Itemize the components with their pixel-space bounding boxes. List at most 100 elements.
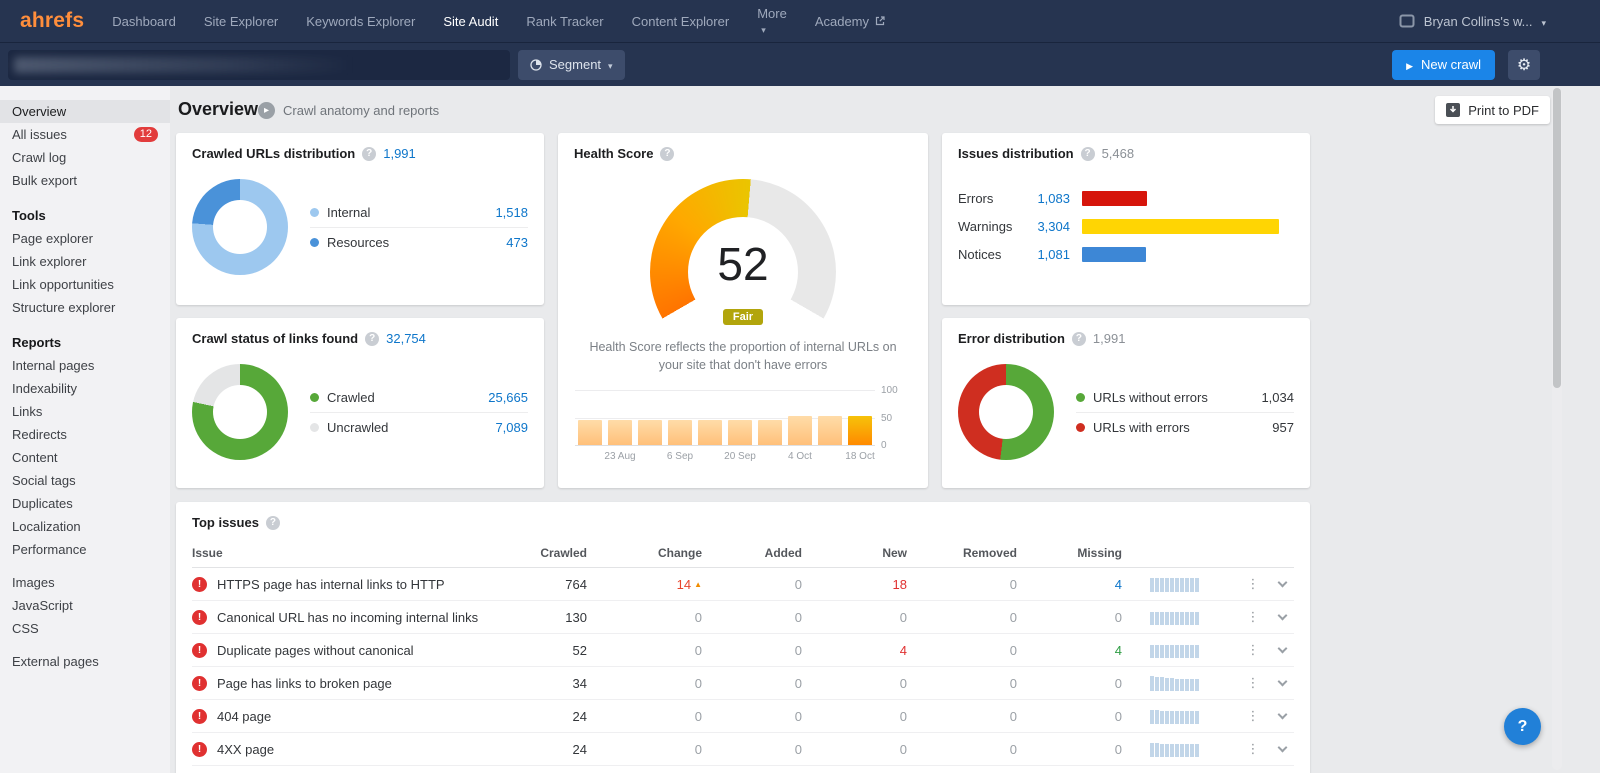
sidebar-item-internal-pages[interactable]: Internal pages (0, 354, 170, 377)
sidebar-item-link-explorer[interactable]: Link explorer (0, 250, 170, 273)
row-expand-button[interactable] (1270, 676, 1294, 687)
distribution-bar[interactable] (1082, 191, 1147, 206)
sidebar-item-overview[interactable]: Overview (0, 100, 170, 123)
help-icon[interactable] (660, 146, 675, 161)
row-menu-button[interactable] (1236, 576, 1270, 592)
help-icon[interactable] (265, 515, 280, 530)
distribution-value[interactable]: 1,083 (1020, 191, 1070, 206)
project-url-input[interactable] (8, 49, 510, 80)
sidebar-item-images[interactable]: Images (0, 571, 170, 594)
history-bar[interactable] (608, 420, 632, 445)
issue-name[interactable]: 404 page (217, 709, 271, 724)
sidebar-item-javascript[interactable]: JavaScript (0, 594, 170, 617)
issue-name[interactable]: 4XX page (217, 742, 274, 757)
column-header-crawled[interactable]: Crawled (502, 546, 587, 560)
row-menu-button[interactable] (1236, 675, 1270, 691)
row-menu-button[interactable] (1236, 642, 1270, 658)
sidebar-item-all-issues[interactable]: All issues 12 (0, 123, 170, 146)
issue-name[interactable]: Duplicate pages without canonical (217, 643, 414, 658)
legend-value[interactable]: 1,518 (495, 205, 528, 220)
help-icon[interactable] (1071, 331, 1086, 346)
nav-item-academy[interactable]: Academy (815, 14, 885, 29)
sidebar-item-links[interactable]: Links (0, 400, 170, 423)
column-header-added[interactable]: Added (702, 546, 802, 560)
history-bar[interactable] (818, 416, 842, 445)
missing-value[interactable]: 4 (1017, 577, 1122, 592)
column-header-new[interactable]: New (802, 546, 907, 560)
issue-name[interactable]: Page has links to broken page (217, 676, 392, 691)
new-crawl-button[interactable]: New crawl (1392, 49, 1495, 80)
history-bar[interactable] (578, 420, 602, 445)
row-expand-button[interactable] (1270, 643, 1294, 654)
history-bar[interactable] (698, 420, 722, 445)
row-expand-button[interactable] (1270, 610, 1294, 621)
help-icon[interactable] (365, 331, 380, 346)
scrollbar-thumb[interactable] (1553, 88, 1561, 388)
row-menu-button[interactable] (1236, 708, 1270, 724)
sidebar-item-external-pages[interactable]: External pages (0, 650, 170, 673)
sparkline-bar (1170, 612, 1174, 625)
sidebar-item-link-opportunities[interactable]: Link opportunities (0, 273, 170, 296)
help-icon[interactable] (362, 146, 377, 161)
distribution-value[interactable]: 3,304 (1020, 219, 1070, 234)
issue-name[interactable]: HTTPS page has internal links to HTTP (217, 577, 445, 592)
history-bar[interactable] (668, 420, 692, 445)
sidebar-item-css[interactable]: CSS (0, 617, 170, 640)
column-header-removed[interactable]: Removed (907, 546, 1017, 560)
legend-value[interactable]: 25,665 (488, 390, 528, 405)
ahrefs-logo[interactable]: ahrefs (20, 9, 84, 33)
legend-value[interactable]: 473 (506, 235, 528, 250)
sidebar-item-indexability[interactable]: Indexability (0, 377, 170, 400)
nav-item-rank-tracker[interactable]: Rank Tracker (526, 14, 603, 29)
tour-play-icon[interactable] (258, 102, 275, 119)
nav-item-site-explorer[interactable]: Site Explorer (204, 14, 278, 29)
print-to-pdf-button[interactable]: Print to PDF (1435, 96, 1550, 124)
distribution-bar[interactable] (1082, 247, 1146, 262)
nav-item-dashboard[interactable]: Dashboard (112, 14, 176, 29)
missing-value[interactable]: 4 (1017, 643, 1122, 658)
segment-button[interactable]: Segment (518, 49, 625, 80)
crawl-status-donut-chart[interactable] (192, 364, 288, 460)
help-button[interactable]: ? (1504, 708, 1541, 745)
issue-name[interactable]: Canonical URL has no incoming internal l… (217, 610, 478, 625)
help-icon[interactable] (1080, 146, 1095, 161)
sidebar-item-content[interactable]: Content (0, 446, 170, 469)
distribution-bar[interactable] (1082, 219, 1279, 234)
history-bar[interactable] (638, 420, 662, 445)
nav-item-content-explorer[interactable]: Content Explorer (632, 14, 730, 29)
history-bar[interactable] (728, 420, 752, 445)
history-bar[interactable] (788, 416, 812, 445)
sidebar-item-localization[interactable]: Localization (0, 515, 170, 538)
settings-button[interactable] (1508, 49, 1540, 80)
error-distribution-donut-chart[interactable] (958, 364, 1054, 460)
sidebar-item-social-tags[interactable]: Social tags (0, 469, 170, 492)
sidebar-item-duplicates[interactable]: Duplicates (0, 492, 170, 515)
legend-label: URLs with errors (1093, 419, 1190, 435)
column-header-missing[interactable]: Missing (1017, 546, 1122, 560)
sidebar-item-page-explorer[interactable]: Page explorer (0, 227, 170, 250)
legend-value[interactable]: 7,089 (495, 420, 528, 435)
column-header-issue[interactable]: Issue (192, 546, 502, 560)
row-menu-button[interactable] (1236, 609, 1270, 625)
nav-item-more[interactable]: More (757, 6, 787, 36)
sidebar-item-performance[interactable]: Performance (0, 538, 170, 561)
distribution-value[interactable]: 1,081 (1020, 247, 1070, 262)
row-menu-button[interactable] (1236, 741, 1270, 757)
row-expand-button[interactable] (1270, 742, 1294, 753)
sidebar-item-crawl-log[interactable]: Crawl log (0, 146, 170, 169)
sidebar-item-redirects[interactable]: Redirects (0, 423, 170, 446)
row-expand-button[interactable] (1270, 709, 1294, 720)
card-total-link[interactable]: 32,754 (386, 331, 426, 346)
nav-item-keywords-explorer[interactable]: Keywords Explorer (306, 14, 415, 29)
history-bar[interactable] (758, 420, 782, 445)
account-menu[interactable]: Bryan Collins's w... (1399, 14, 1546, 29)
sidebar-item-bulk-export[interactable]: Bulk export (0, 169, 170, 192)
date-label: 18 Oct (845, 451, 875, 462)
sidebar-item-structure-explorer[interactable]: Structure explorer (0, 296, 170, 319)
card-total-link[interactable]: 1,991 (383, 146, 416, 161)
row-expand-button[interactable] (1270, 577, 1294, 588)
nav-item-site-audit[interactable]: Site Audit (443, 14, 498, 29)
crawled-urls-donut-chart[interactable] (192, 179, 288, 275)
column-header-change[interactable]: Change (587, 546, 702, 560)
history-bar[interactable] (848, 416, 872, 445)
